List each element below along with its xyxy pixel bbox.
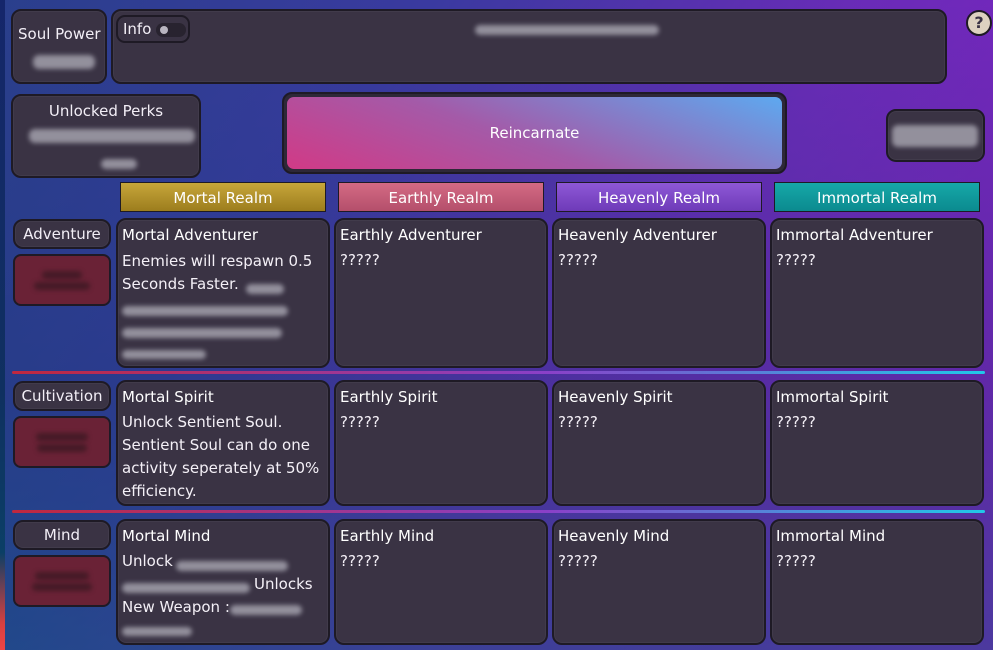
perk-card-mortal-spirit[interactable]: Mortal Spirit Unlock Sentient Soul. Sent… (116, 380, 330, 506)
perk-card-mortal-adventurer[interactable]: Mortal Adventurer Enemies will respawn 0… (116, 218, 330, 368)
button-text-redacted-2 (32, 582, 92, 591)
perk-description-redacted-3 (122, 328, 282, 338)
perk-description-redacted-4 (122, 350, 206, 359)
row-label-adventure: Adventure (13, 219, 111, 249)
perk-description-redacted-3 (230, 605, 302, 615)
perk-description-redacted-2 (122, 583, 250, 593)
perk-title: Mortal Mind (122, 527, 211, 545)
row-separator (12, 510, 985, 513)
info-toggle[interactable]: Info (116, 15, 190, 43)
perk-description: ????? (558, 251, 598, 269)
row-label-mind: Mind (13, 520, 111, 550)
perk-description: ????? (340, 413, 380, 431)
perk-title: Earthly Adventurer (340, 226, 482, 244)
question-mark-icon: ? (974, 13, 984, 32)
perk-card-earthly-mind[interactable]: Earthly Mind ????? (334, 519, 548, 645)
perk-description: ????? (558, 552, 598, 570)
info-label: Info (123, 20, 152, 38)
perks-list-redacted (29, 129, 195, 143)
info-switch[interactable] (156, 23, 186, 37)
button-text-redacted-2 (37, 443, 87, 452)
perk-card-mortal-mind[interactable]: Mortal Mind Unlock Unlocks New Weapon : (116, 519, 330, 645)
switch-knob (160, 26, 168, 34)
soul-power-panel: Soul Power (11, 9, 107, 84)
button-text-redacted-2 (34, 281, 90, 290)
perks-list-redacted-2 (101, 159, 137, 169)
adventure-unlock-button[interactable] (13, 254, 111, 306)
perk-title: Heavenly Adventurer (558, 226, 717, 244)
perk-description: ????? (340, 251, 380, 269)
perk-card-earthly-spirit[interactable]: Earthly Spirit ????? (334, 380, 548, 506)
soul-power-label: Soul Power (18, 25, 101, 43)
perk-description: Unlock Sentient Soul. Sentient Soul can … (122, 413, 320, 500)
info-text-redacted (475, 25, 659, 35)
realm-header-immortal: Immortal Realm (774, 182, 980, 212)
button-text-redacted (35, 571, 89, 580)
realm-header-earthly: Earthly Realm (338, 182, 544, 212)
perk-title: Immortal Adventurer (776, 226, 933, 244)
perk-description-redacted (176, 561, 288, 571)
perk-title: Earthly Spirit (340, 388, 438, 406)
button-text-redacted (42, 270, 82, 279)
reincarnate-button[interactable]: Reincarnate (282, 92, 787, 174)
perk-description: ????? (776, 251, 816, 269)
perk-description-line: Enemies will respawn 0.5 (122, 252, 313, 270)
soul-power-value-redacted (33, 55, 95, 69)
perk-description: ????? (776, 552, 816, 570)
perk-title: Heavenly Spirit (558, 388, 673, 406)
realm-header-mortal: Mortal Realm (120, 182, 326, 212)
perk-title: Mortal Adventurer (122, 226, 259, 244)
perk-description-redacted (246, 284, 284, 294)
row-label-cultivation: Cultivation (13, 381, 111, 411)
reincarnate-label: Reincarnate (287, 97, 782, 169)
perk-description: ????? (558, 413, 598, 431)
row-separator (12, 371, 985, 374)
perk-card-heavenly-spirit[interactable]: Heavenly Spirit ????? (552, 380, 766, 506)
perk-title: Mortal Spirit (122, 388, 214, 406)
perk-card-immortal-mind[interactable]: Immortal Mind ????? (770, 519, 984, 645)
perk-card-heavenly-adventurer[interactable]: Heavenly Adventurer ????? (552, 218, 766, 368)
perk-card-heavenly-mind[interactable]: Heavenly Mind ????? (552, 519, 766, 645)
unlocked-perks-label: Unlocked Perks (48, 102, 164, 120)
perk-description: ????? (776, 413, 816, 431)
right-info-panel[interactable] (886, 109, 985, 162)
realm-header-heavenly: Heavenly Realm (556, 182, 762, 212)
left-edge-strip (0, 0, 5, 650)
perk-card-immortal-adventurer[interactable]: Immortal Adventurer ????? (770, 218, 984, 368)
help-button[interactable]: ? (966, 10, 992, 36)
mind-unlock-button[interactable] (13, 555, 111, 607)
button-text-redacted (36, 432, 88, 441)
perk-description-redacted-2 (122, 306, 288, 316)
perk-title: Immortal Mind (776, 527, 886, 545)
perk-title: Immortal Spirit (776, 388, 889, 406)
right-panel-redacted (892, 125, 978, 147)
perk-description-redacted-4 (122, 627, 192, 636)
perk-description-line: Seconds Faster. (122, 275, 239, 293)
perk-card-earthly-adventurer[interactable]: Earthly Adventurer ????? (334, 218, 548, 368)
perk-title: Earthly Mind (340, 527, 435, 545)
cultivation-unlock-button[interactable] (13, 416, 111, 468)
info-panel: Info (111, 9, 947, 84)
unlocked-perks-panel: Unlocked Perks (11, 94, 201, 178)
perk-description: ????? (340, 552, 380, 570)
perk-title: Heavenly Mind (558, 527, 670, 545)
perk-card-immortal-spirit[interactable]: Immortal Spirit ????? (770, 380, 984, 506)
